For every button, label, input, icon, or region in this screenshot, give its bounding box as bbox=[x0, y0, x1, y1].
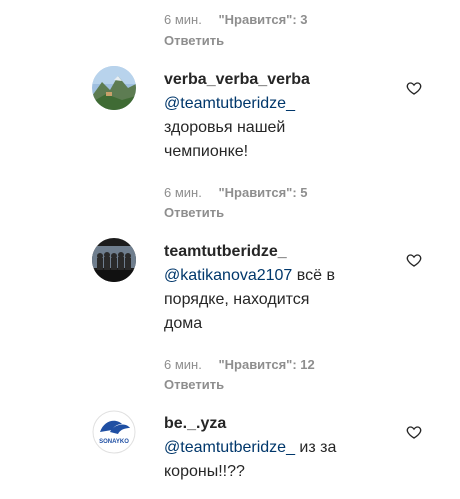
comment-meta: 6 мин. "Нравится": 5 bbox=[164, 185, 308, 201]
comment-text: @teamtutberidze_ здоровья нашей чемпионк… bbox=[164, 92, 295, 164]
comment-likes-count[interactable]: "Нравится": 12 bbox=[218, 357, 314, 372]
comment-text-line: из за bbox=[294, 439, 337, 456]
heart-outline-icon[interactable] bbox=[406, 80, 422, 96]
comment-username[interactable]: teamtutberidze_ bbox=[164, 242, 287, 262]
reply-button[interactable]: Ответить bbox=[164, 205, 224, 221]
comment-username[interactable]: be._.yza bbox=[164, 414, 226, 434]
avatar[interactable] bbox=[92, 238, 136, 282]
mention-link[interactable]: @teamtutberidze_ bbox=[164, 95, 295, 112]
heart-outline-icon[interactable] bbox=[406, 424, 422, 440]
mention-link[interactable]: @teamtutberidze_ bbox=[164, 439, 295, 456]
comment-text-line: чемпионке! bbox=[164, 143, 249, 160]
comment-text: @katikanova2107 всё в порядке, находится… bbox=[164, 264, 335, 336]
comment-time: 6 мин. bbox=[164, 12, 202, 27]
comment-text: @teamtutberidze_ из за короны!!?? bbox=[164, 436, 336, 484]
comment-text-line: здоровья нашей bbox=[164, 119, 286, 136]
comment-time: 6 мин. bbox=[164, 357, 202, 372]
avatar[interactable] bbox=[92, 66, 136, 110]
comment-text-line: порядке, находится bbox=[164, 291, 310, 308]
mention-link[interactable]: @katikanova2107 bbox=[164, 267, 292, 284]
comment-meta: 6 мин. "Нравится": 12 bbox=[164, 357, 315, 373]
comment-text-line: короны!!?? bbox=[164, 463, 245, 480]
comment-time: 6 мин. bbox=[164, 185, 202, 200]
comment-text-line: дома bbox=[164, 315, 203, 332]
comment-likes-count[interactable]: "Нравится": 3 bbox=[218, 12, 307, 27]
avatar[interactable]: SONAYKO bbox=[92, 410, 136, 454]
comment-text-line: всё в bbox=[292, 267, 335, 284]
heart-outline-icon[interactable] bbox=[406, 252, 422, 268]
reply-button[interactable]: Ответить bbox=[164, 377, 224, 393]
comment-likes-count[interactable]: "Нравится": 5 bbox=[218, 185, 307, 200]
svg-text:SONAYKO: SONAYKO bbox=[99, 439, 129, 445]
comment-username[interactable]: verba_verba_verba bbox=[164, 70, 310, 90]
team-group-photo-avatar-icon bbox=[92, 238, 136, 282]
comment-meta: 6 мин. "Нравится": 3 bbox=[164, 12, 308, 28]
sonayko-logo-avatar-icon: SONAYKO bbox=[92, 410, 136, 454]
reply-button[interactable]: Ответить bbox=[164, 33, 224, 49]
mountain-landscape-avatar-icon bbox=[92, 66, 136, 110]
